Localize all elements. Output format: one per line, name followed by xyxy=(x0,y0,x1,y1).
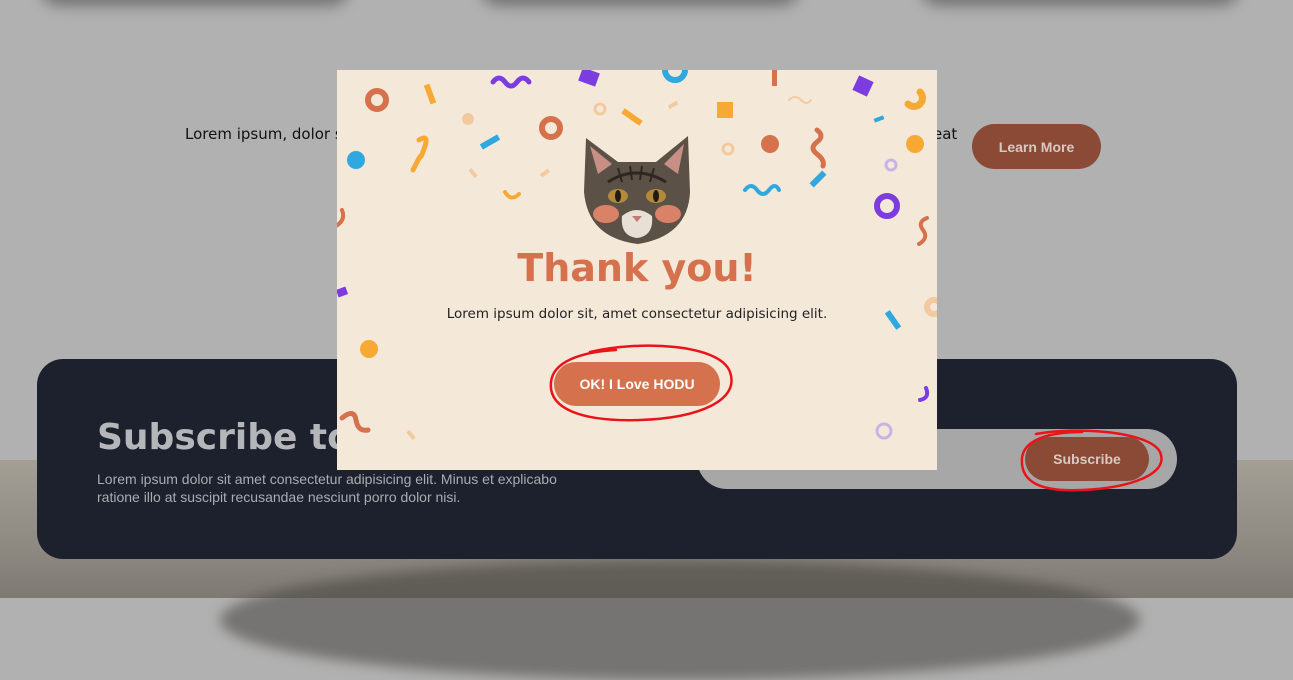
learn-more-button[interactable]: Learn More xyxy=(972,124,1101,169)
modal-title: Thank you! xyxy=(517,246,757,290)
background-photo-subject xyxy=(220,560,1140,680)
cat-face-icon xyxy=(584,136,690,244)
subscribe-button[interactable]: Subscribe xyxy=(1025,437,1149,481)
modal-message: Lorem ipsum dolor sit, amet consectetur … xyxy=(446,306,828,322)
subscribe-description: Lorem ipsum dolor sit amet consectetur a… xyxy=(97,471,557,505)
ok-confirm-button[interactable]: OK! I Love HODU xyxy=(554,362,720,406)
background-text: Lorem ipsum, dolor s xyxy=(185,125,343,143)
thank-you-modal: Thank you! Lorem ipsum dolor sit, amet c… xyxy=(337,70,937,470)
